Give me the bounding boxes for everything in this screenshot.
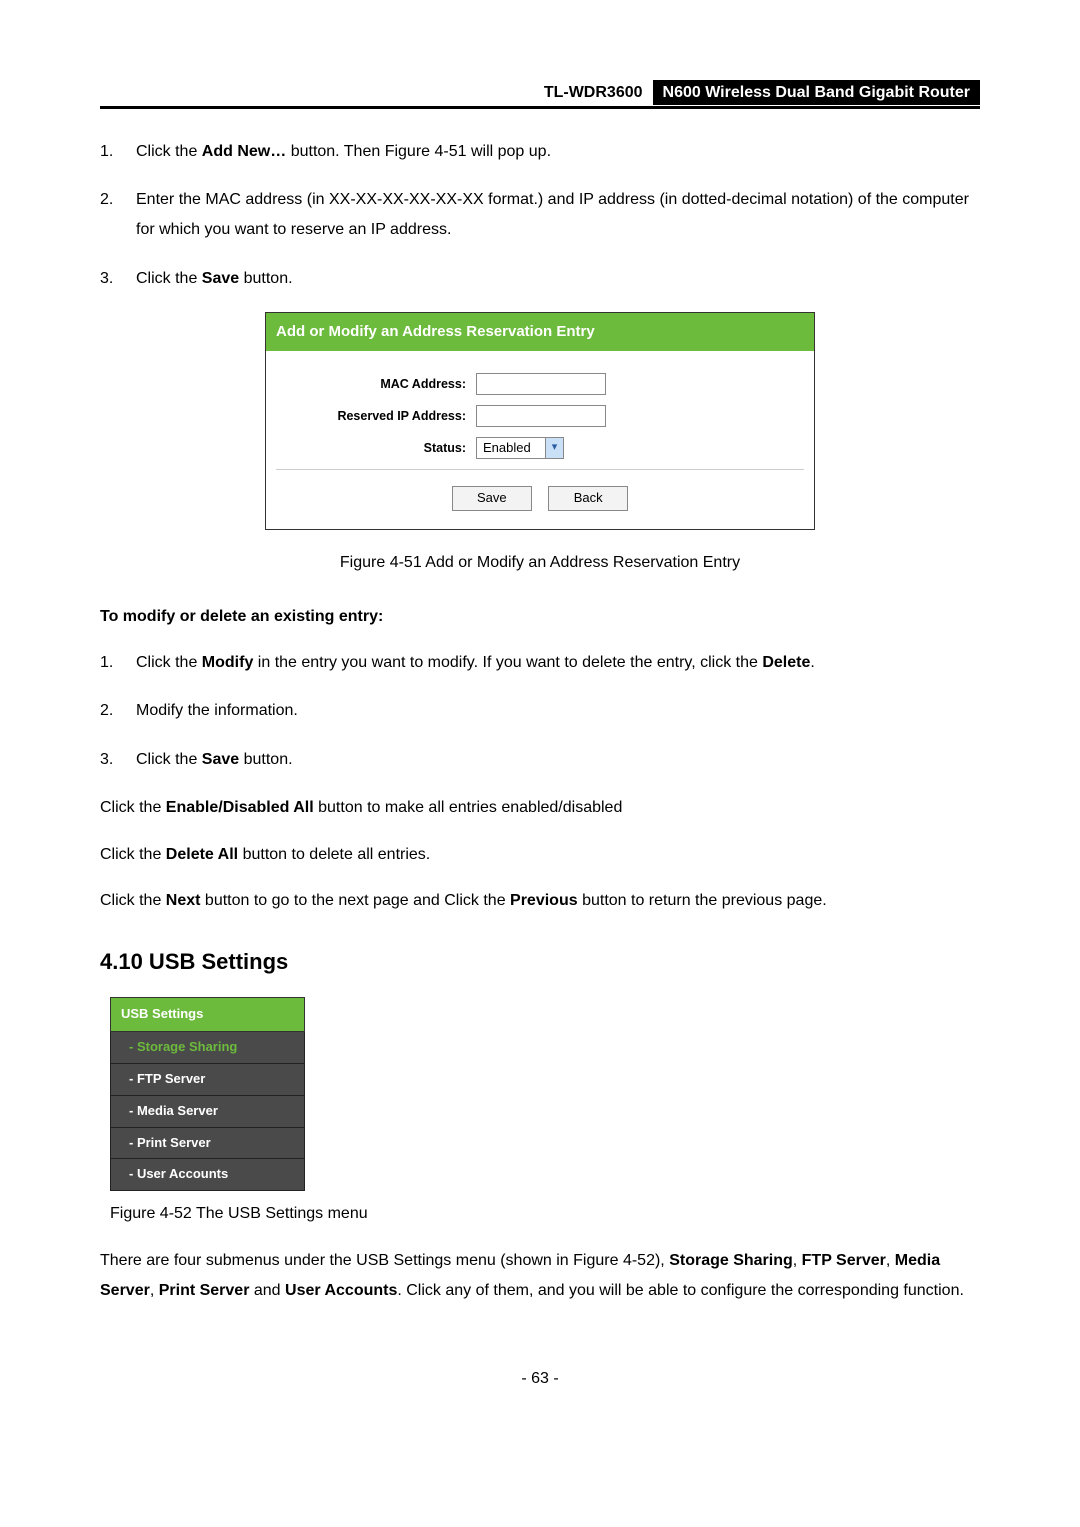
reserved-ip-label: Reserved IP Address: xyxy=(276,406,476,426)
step-text: Click the Add New… button. Then Figure 4… xyxy=(136,137,980,167)
page-number: - 63 - xyxy=(100,1366,980,1392)
text: button to delete all entries. xyxy=(238,846,430,863)
figure-caption: Figure 4-51 Add or Modify an Address Res… xyxy=(100,550,980,576)
text: in the entry you want to modify. If you … xyxy=(253,654,762,671)
text: button to make all entries enabled/disab… xyxy=(314,799,623,816)
text-bold: User Accounts xyxy=(285,1282,397,1299)
step-number: 1. xyxy=(100,137,136,167)
step-text: Click the Modify in the entry you want t… xyxy=(136,648,980,678)
text: Click the xyxy=(100,846,166,863)
text: button to go to the next page and Click … xyxy=(200,892,510,909)
para-usb-description: There are four submenus under the USB Se… xyxy=(100,1246,980,1307)
text: There are four submenus under the USB Se… xyxy=(100,1252,669,1269)
section-heading-usb-settings: 4.10 USB Settings xyxy=(100,944,980,979)
text: and xyxy=(249,1282,285,1299)
text: button. xyxy=(239,751,292,768)
step-number: 2. xyxy=(100,696,136,726)
page-header: TL-WDR3600N600 Wireless Dual Band Gigabi… xyxy=(100,80,980,109)
model-label: TL-WDR3600 xyxy=(534,80,653,105)
back-button[interactable]: Back xyxy=(548,486,628,511)
text-bold: Save xyxy=(202,270,239,287)
para-enable-all: Click the Enable/Disabled All button to … xyxy=(100,793,980,823)
text: , xyxy=(793,1252,802,1269)
text-bold: Save xyxy=(202,751,239,768)
text-bold: Next xyxy=(166,892,201,909)
figure-address-reservation: Add or Modify an Address Reservation Ent… xyxy=(265,312,815,530)
text: Click the xyxy=(136,143,202,160)
step-number: 2. xyxy=(100,185,136,246)
reserved-ip-input[interactable] xyxy=(476,405,606,427)
usb-menu-item-user-accounts[interactable]: - User Accounts xyxy=(110,1159,305,1191)
steps-add-reservation: 1. Click the Add New… button. Then Figur… xyxy=(100,137,980,295)
usb-menu-header[interactable]: USB Settings xyxy=(110,997,305,1032)
usb-menu-item-storage-sharing[interactable]: - Storage Sharing xyxy=(110,1032,305,1064)
status-value: Enabled xyxy=(477,438,545,459)
step-number: 3. xyxy=(100,264,136,294)
mac-address-input[interactable] xyxy=(476,373,606,395)
figure-title: Add or Modify an Address Reservation Ent… xyxy=(266,313,814,351)
step-number: 3. xyxy=(100,745,136,775)
text: button. xyxy=(239,270,292,287)
step-text: Modify the information. xyxy=(136,696,980,726)
text-bold: Delete xyxy=(762,654,810,671)
usb-menu-item-media-server[interactable]: - Media Server xyxy=(110,1096,305,1128)
text-bold: Add New… xyxy=(202,143,286,160)
text: button to return the previous page. xyxy=(578,892,827,909)
text-bold: Storage Sharing xyxy=(669,1252,793,1269)
step-text: Click the Save button. xyxy=(136,264,980,294)
subheading-modify-delete: To modify or delete an existing entry: xyxy=(100,602,980,632)
text: . Click any of them, and you will be abl… xyxy=(397,1282,964,1299)
steps-modify-delete: 1. Click the Modify in the entry you wan… xyxy=(100,648,980,775)
usb-menu-item-print-server[interactable]: - Print Server xyxy=(110,1128,305,1160)
text-bold: Print Server xyxy=(159,1282,250,1299)
step-text: Click the Save button. xyxy=(136,745,980,775)
text: , xyxy=(150,1282,159,1299)
figure-caption-usb: Figure 4-52 The USB Settings menu xyxy=(110,1199,980,1229)
text-bold: Modify xyxy=(202,654,254,671)
text-bold: FTP Server xyxy=(802,1252,886,1269)
chevron-down-icon: ▾ xyxy=(545,438,563,458)
mac-address-label: MAC Address: xyxy=(276,374,476,394)
text: Click the xyxy=(100,892,166,909)
status-select[interactable]: Enabled ▾ xyxy=(476,437,564,459)
text: . xyxy=(810,654,814,671)
text: , xyxy=(886,1252,895,1269)
status-label: Status: xyxy=(276,438,476,458)
step-number: 1. xyxy=(100,648,136,678)
text: Click the xyxy=(100,799,166,816)
text: button. Then Figure 4-51 will pop up. xyxy=(286,143,551,160)
text: Click the xyxy=(136,751,202,768)
usb-menu-item-ftp-server[interactable]: - FTP Server xyxy=(110,1064,305,1096)
text-bold: Delete All xyxy=(166,846,238,863)
text: Click the xyxy=(136,270,202,287)
save-button[interactable]: Save xyxy=(452,486,532,511)
para-delete-all: Click the Delete All button to delete al… xyxy=(100,840,980,870)
para-next-prev: Click the Next button to go to the next … xyxy=(100,886,980,916)
text-bold: Previous xyxy=(510,892,578,909)
product-title: N600 Wireless Dual Band Gigabit Router xyxy=(653,80,980,105)
step-text: Enter the MAC address (in XX-XX-XX-XX-XX… xyxy=(136,185,980,246)
text-bold: Enable/Disabled All xyxy=(166,799,314,816)
figure-usb-menu: USB Settings - Storage Sharing - FTP Ser… xyxy=(110,997,305,1191)
text: Click the xyxy=(136,654,202,671)
